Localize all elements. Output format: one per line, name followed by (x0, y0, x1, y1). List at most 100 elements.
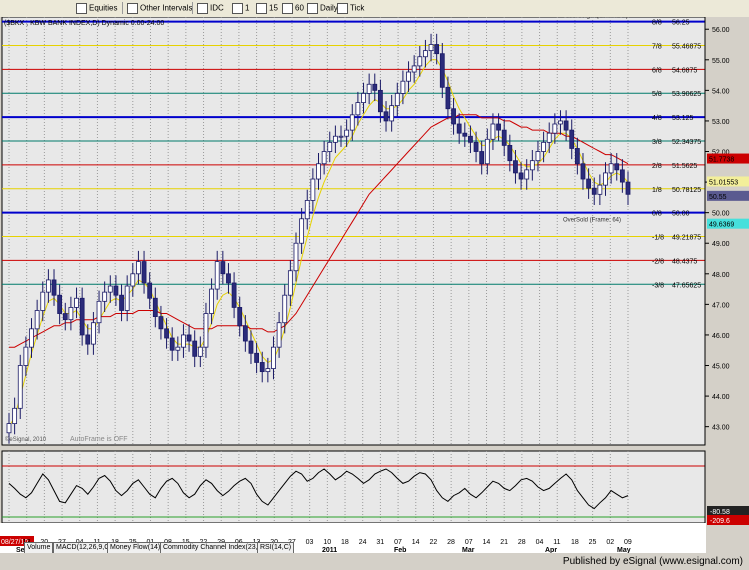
daily-button[interactable]: Daily (307, 3, 338, 14)
indicator-bottom-value: -209.6 (710, 518, 730, 525)
candle-body (96, 300, 102, 324)
candle-body (136, 261, 141, 275)
equities-icon (76, 3, 87, 14)
candle-body (349, 114, 355, 131)
clock-icon (282, 3, 293, 14)
candle-body (254, 352, 260, 363)
candle-body (40, 291, 46, 311)
candle-body (529, 160, 535, 171)
other-intervals-label: Other Intervals (140, 3, 193, 13)
x-day-label: 14 (412, 539, 420, 546)
murrey-level-label: 4/8 (652, 115, 662, 122)
candle-body (355, 102, 361, 116)
chart-svg[interactable]: 8/8 56.25 7/8 55.46875 6/8 54.6875 5/8 53.90625… (0, 14, 749, 554)
candle-body (541, 141, 546, 152)
candle-body (51, 279, 57, 296)
candle-body (603, 172, 608, 186)
murrey-value-label: 53.125 (672, 115, 694, 122)
price-tick-label: 55.00 (712, 58, 730, 65)
murrey-value-label: 52.34375 (672, 139, 701, 146)
idc-button[interactable]: IDC (197, 3, 224, 14)
candle-body (113, 285, 119, 296)
x-day-label: 02 (606, 539, 614, 546)
murrey-level-label: 3/8 (652, 139, 662, 146)
candle-body (451, 108, 456, 125)
candle-body (574, 148, 580, 165)
murrey-value-label: 47.65625 (672, 282, 701, 289)
candle-body (147, 282, 153, 299)
candle-body (591, 187, 597, 195)
candle-body (597, 184, 603, 195)
interval-1-button[interactable]: 1 (232, 3, 249, 14)
other-intervals-menu[interactable]: Other Intervals (127, 3, 192, 14)
interval-60-button[interactable]: 60 (282, 3, 304, 14)
value-box-label: 49.6369 (709, 222, 734, 229)
murrey-value-label: 50.78125 (672, 187, 701, 194)
candle-body (304, 200, 310, 220)
murrey-level-label: -1/8 (652, 235, 664, 242)
clock-icon (232, 3, 243, 14)
equities-menu[interactable]: Equities (76, 3, 117, 14)
price-tick-label: 44.00 (712, 394, 730, 401)
x-day-label: 04 (536, 539, 544, 546)
calendar-icon (307, 3, 318, 14)
candle-body (29, 328, 34, 348)
candle-body (361, 93, 366, 104)
candle-body (569, 129, 575, 149)
candle-body (45, 279, 51, 293)
clock-icon (256, 3, 267, 14)
intervals-icon (127, 3, 138, 14)
candle-body (203, 313, 209, 348)
autoframe-note: AutoFrame is OFF (70, 436, 128, 443)
candle-body (411, 65, 417, 73)
value-box-label: 51.7738 (709, 157, 734, 164)
candle-body (546, 132, 552, 143)
candle-body (428, 44, 434, 52)
x-day-label: 18 (571, 539, 579, 546)
publisher-credit: Published by eSignal (www.esignal.com) (562, 556, 743, 567)
candle-body (62, 313, 68, 321)
candle-body (282, 294, 288, 324)
candle-body (321, 151, 327, 165)
x-day-label: 31 (376, 539, 384, 546)
candle-body (220, 261, 226, 275)
candle-body (79, 297, 85, 336)
candle-body (209, 288, 214, 314)
overbought-label: OverBought (Frame: 64) (563, 17, 628, 20)
murrey-value-label: 54.6875 (672, 67, 697, 74)
candle-body (332, 135, 338, 143)
price-tick-label: 43.00 (712, 425, 730, 432)
indicator-tabs: Volume MACD(12,26,9,C) Money Flow(14) Co… (0, 542, 295, 554)
candle-body (468, 135, 473, 143)
idc-icon (197, 3, 208, 14)
x-day-label: 03 (306, 539, 314, 546)
candle-body (124, 285, 130, 311)
candle-body (619, 169, 625, 183)
candle-body (57, 294, 63, 314)
candle-body (226, 273, 231, 284)
interval-15-button[interactable]: 15 (256, 3, 278, 14)
candle-body (417, 56, 423, 67)
candle-body (394, 93, 400, 107)
candle-body (299, 218, 305, 244)
price-tick-label: 46.00 (712, 333, 730, 340)
candle-body (434, 44, 440, 55)
x-day-label: 09 (624, 539, 632, 546)
murrey-level-label: 2/8 (652, 163, 662, 170)
chart-area[interactable]: 8/8 56.25 7/8 55.46875 6/8 54.6875 5/8 53.90625… (0, 14, 749, 554)
candle-body (107, 285, 113, 293)
chart-title: ($BKX , KBW BANK INDEX,D) Dynamic 0:00-2… (4, 20, 164, 27)
candle-body (423, 50, 428, 58)
candle-body (181, 334, 186, 348)
candle-body (310, 178, 316, 201)
candle-body (608, 163, 614, 174)
candle-body (186, 334, 192, 342)
candle-body (158, 316, 164, 330)
price-tick-label: 45.00 (712, 364, 730, 371)
candle-body (23, 346, 29, 366)
tick-button[interactable]: Tick (337, 3, 364, 14)
murrey-level-label: 7/8 (652, 43, 662, 50)
candle-body (389, 105, 395, 122)
candle-body (400, 80, 406, 94)
x-day-label: 10 (323, 539, 331, 546)
